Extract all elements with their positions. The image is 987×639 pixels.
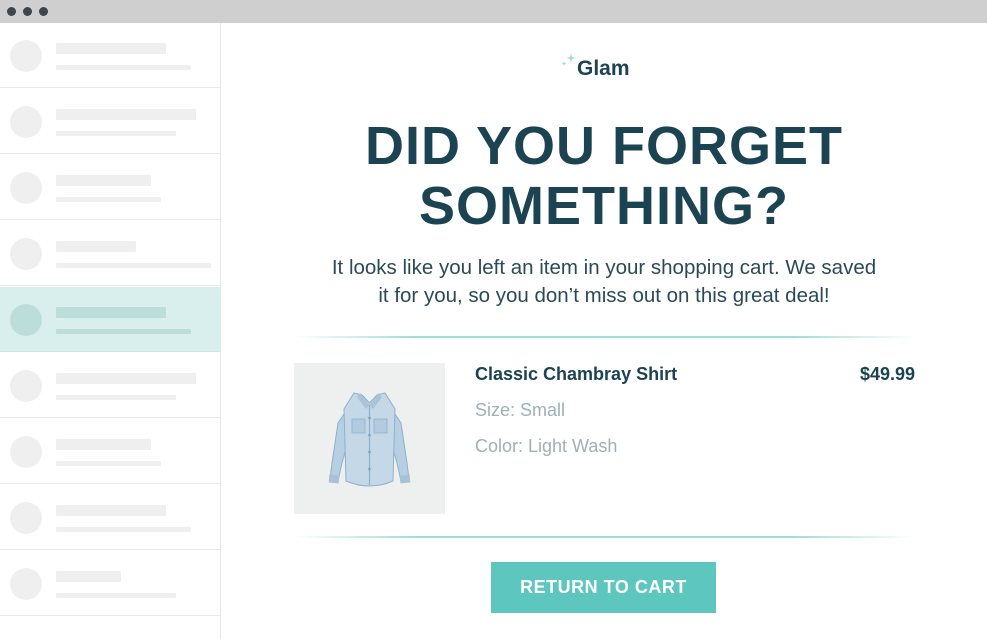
product-color: Color: Light Wash xyxy=(475,436,618,456)
placeholder-line xyxy=(56,307,166,318)
placeholder-line xyxy=(56,505,166,516)
sparkle-icon xyxy=(561,53,576,67)
window-titlebar xyxy=(0,0,987,23)
placeholder-line xyxy=(56,395,176,400)
placeholder-line xyxy=(56,241,136,252)
placeholder-line xyxy=(56,571,121,582)
divider xyxy=(293,336,916,338)
inbox-list-item[interactable] xyxy=(0,221,220,286)
placeholder-line xyxy=(56,373,196,384)
avatar xyxy=(10,370,42,402)
window-dot-icon[interactable] xyxy=(39,7,48,16)
placeholder-line xyxy=(56,109,196,120)
inbox-list-item[interactable] xyxy=(0,485,220,550)
placeholder-line xyxy=(56,461,161,466)
placeholder-line xyxy=(56,197,161,202)
body-line: It looks like you left an item in your s… xyxy=(331,256,877,279)
avatar xyxy=(10,568,42,600)
inbox-list-item[interactable] xyxy=(0,551,220,616)
placeholder-line xyxy=(56,593,176,598)
body-text: It looks like you left an item in your s… xyxy=(281,254,927,310)
headline: DID YOU FORGET SOMETHING? xyxy=(221,116,987,236)
inbox-list-item[interactable] xyxy=(0,419,220,484)
headline-line: SOMETHING? xyxy=(419,176,789,236)
email-content: Glam DID YOU FORGET SOMETHING? It looks … xyxy=(221,23,987,639)
inbox-list-item[interactable] xyxy=(0,89,220,154)
divider xyxy=(293,536,916,538)
window-dot-icon[interactable] xyxy=(7,7,16,16)
placeholder-line xyxy=(56,65,191,70)
avatar xyxy=(10,238,42,270)
body-line: it for you, so you don’t miss out on thi… xyxy=(378,284,830,307)
product-image[interactable] xyxy=(294,363,445,514)
inbox-list-item[interactable] xyxy=(0,155,220,220)
inbox-sidebar xyxy=(0,23,221,639)
inbox-list-item[interactable] xyxy=(0,23,220,88)
avatar xyxy=(10,436,42,468)
inbox-list-item-selected[interactable] xyxy=(0,287,220,352)
placeholder-line xyxy=(56,263,211,268)
placeholder-line xyxy=(56,43,166,54)
brand-name: Glam xyxy=(577,57,630,80)
window-dot-icon[interactable] xyxy=(23,7,32,16)
avatar xyxy=(10,502,42,534)
inbox-list-item[interactable] xyxy=(0,353,220,418)
placeholder-line xyxy=(56,439,151,450)
placeholder-line xyxy=(56,175,151,186)
placeholder-line xyxy=(56,131,176,136)
return-to-cart-button[interactable]: RETURN TO CART xyxy=(491,562,716,613)
product-name[interactable]: Classic Chambray Shirt xyxy=(475,364,677,385)
avatar xyxy=(10,106,42,138)
product-size: Size: Small xyxy=(475,400,566,420)
product-price: $49.99 xyxy=(859,364,915,384)
avatar xyxy=(10,304,42,336)
headline-line: DID YOU FORGET xyxy=(364,116,844,176)
avatar xyxy=(10,172,42,204)
avatar xyxy=(10,40,42,72)
placeholder-line xyxy=(56,527,191,532)
placeholder-line xyxy=(56,329,191,334)
chambray-shirt-image xyxy=(328,392,411,487)
